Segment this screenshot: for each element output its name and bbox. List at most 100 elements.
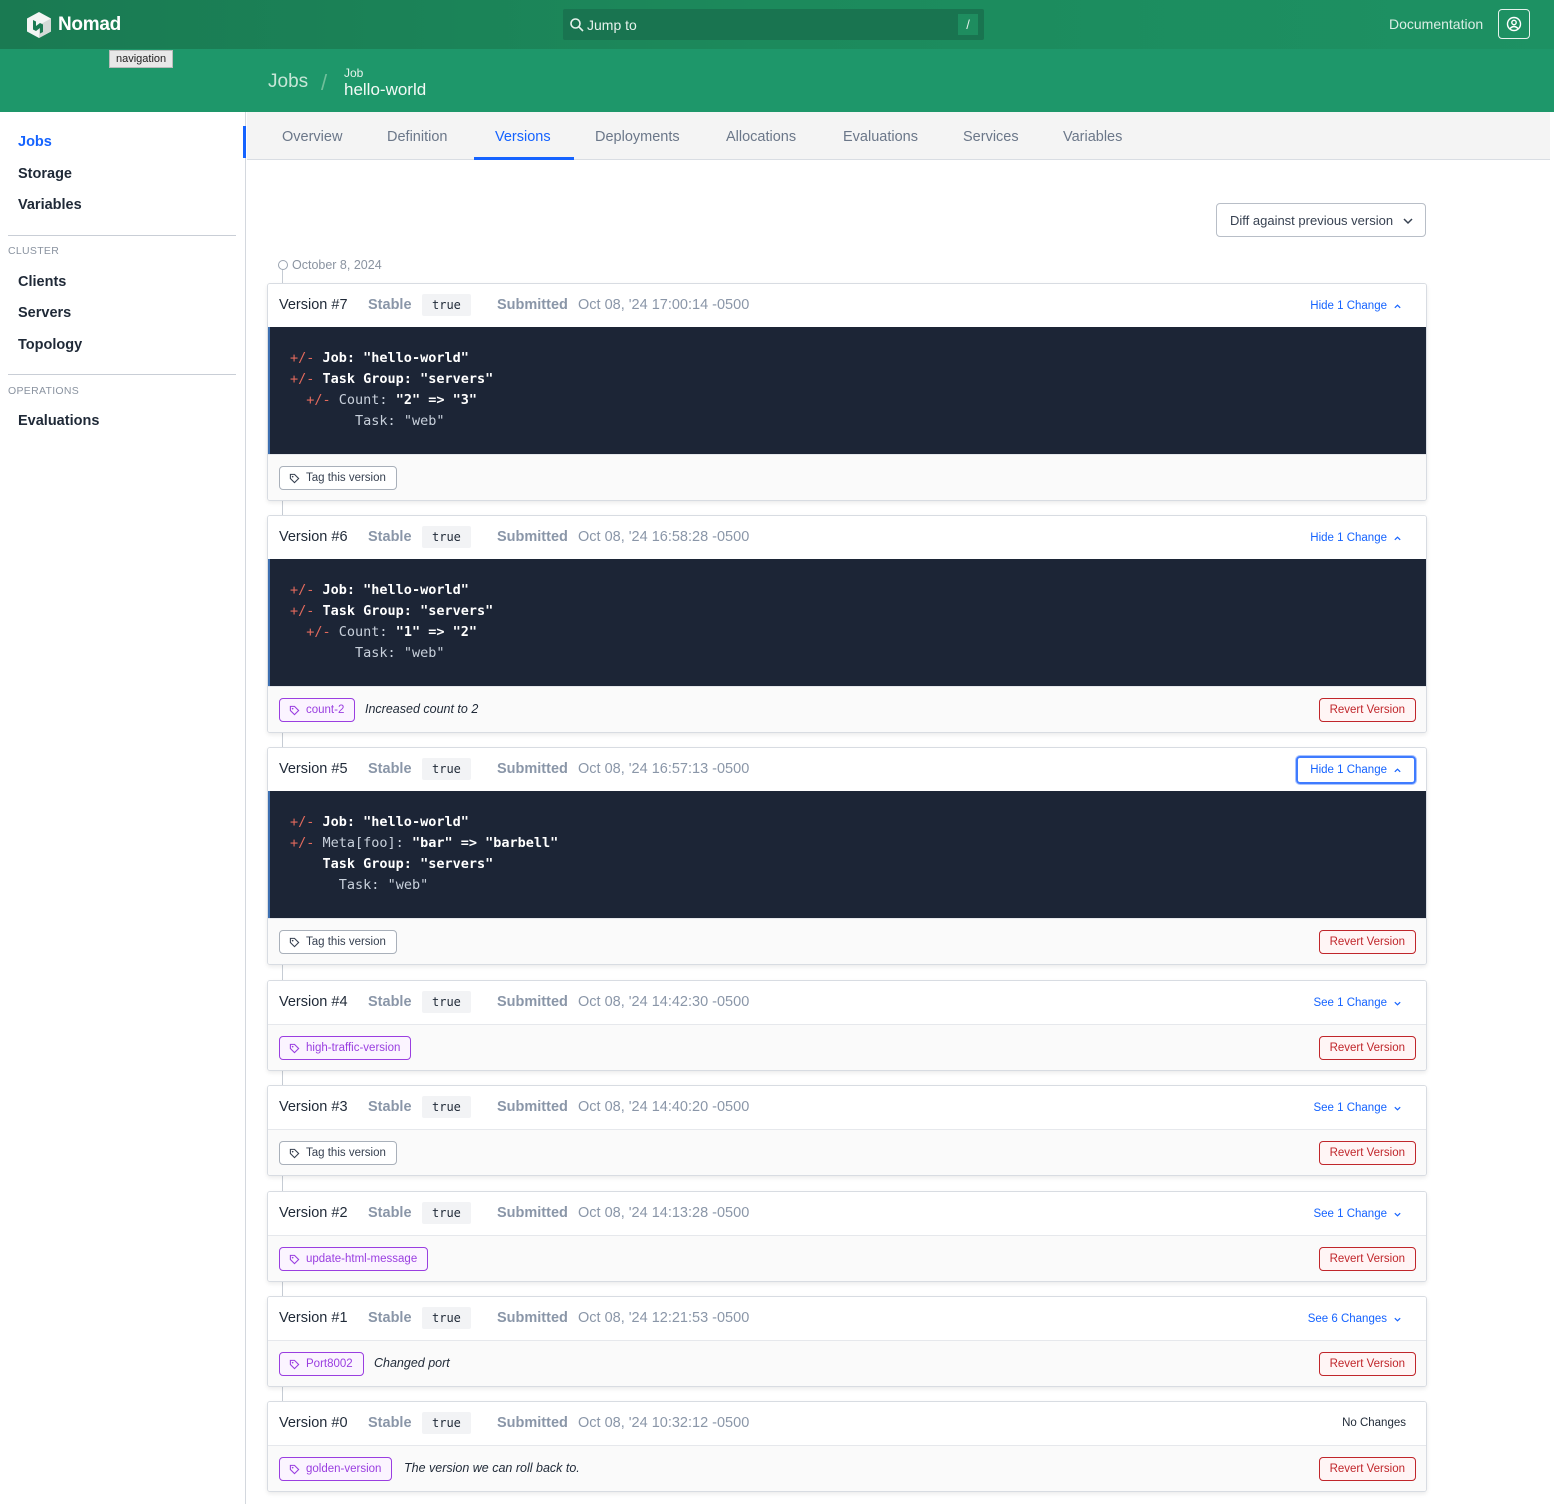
tag-this-version-button[interactable]: Tag this version [279, 930, 397, 954]
toggle-changes-button[interactable]: See 6 Changes [1294, 1305, 1416, 1333]
search-icon [570, 17, 584, 32]
version-card: Version #3 Stable true Submitted Oct 08, '24… [267, 1085, 1427, 1176]
revert-version-label: Revert Version [1329, 1358, 1405, 1370]
tag-this-version-button[interactable]: Tag this version [279, 466, 397, 490]
version-card: Version #1 Stable true Submitted Oct 08, '24… [267, 1296, 1427, 1387]
tab-overview[interactable]: Overview [282, 129, 342, 145]
revert-version-button[interactable]: Revert Version [1318, 930, 1416, 954]
sidebar-item-topology[interactable]: Topology [18, 337, 82, 353]
toggle-changes-button[interactable]: See 1 Change [1299, 989, 1416, 1017]
version-tag[interactable]: golden-version [279, 1457, 393, 1481]
tab-evaluations[interactable]: Evaluations [843, 129, 918, 145]
diff-line: Task Group: "servers" [290, 854, 1426, 875]
job-tabs: Overview Definition Versions Deployments… [247, 112, 1550, 160]
diff-mode-select[interactable]: Diff against previous version [1216, 203, 1426, 237]
revert-version-button[interactable]: Revert Version [1318, 698, 1416, 722]
toggle-changes-button[interactable]: Hide 1 Change [1296, 756, 1416, 784]
tag-this-version-label: Tag this version [306, 472, 386, 484]
version-card: Version #4 Stable true Submitted Oct 08, '24… [267, 980, 1427, 1071]
version-number: Version #1 [279, 1310, 348, 1326]
toggle-changes-label: See 1 Change [1313, 1102, 1387, 1114]
diff-value: "web" [387, 877, 429, 893]
version-number: Version #5 [279, 761, 348, 777]
sidebar-divider [8, 235, 236, 236]
diff-value: "web" [403, 645, 445, 661]
version-header: Version #3 Stable true Submitted Oct 08, '24… [268, 1086, 1426, 1129]
diff-line: +/- Job: "hello-world" [290, 580, 1426, 601]
submitted-date: Oct 08, '24 14:13:28 -0500 [578, 1205, 750, 1221]
diff-line: +/- Task Group: "servers" [290, 369, 1426, 390]
sidebar-item-clients[interactable]: Clients [18, 274, 66, 290]
version-tag[interactable]: update-html-message [279, 1247, 429, 1271]
version-header: Version #4 Stable true Submitted Oct 08, '24… [268, 981, 1426, 1024]
toggle-changes-button[interactable]: Hide 1 Change [1296, 292, 1416, 320]
version-tag[interactable]: count-2 [279, 698, 356, 722]
chevron-down-icon [1403, 218, 1413, 225]
tab-deployments[interactable]: Deployments [595, 129, 680, 145]
tab-services[interactable]: Services [963, 129, 1019, 145]
revert-version-button[interactable]: Revert Version [1318, 1141, 1416, 1165]
toggle-changes-button[interactable]: Hide 1 Change [1296, 524, 1416, 552]
revert-version-button[interactable]: Revert Version [1318, 1036, 1416, 1060]
documentation-link[interactable]: Documentation [1389, 16, 1483, 32]
diff-value: "servers" [420, 371, 494, 387]
breadcrumb-job-name[interactable]: hello-world [344, 80, 426, 100]
diff-change-marker: +/- [290, 582, 315, 598]
stable-value: true [422, 526, 471, 548]
tab-definition[interactable]: Definition [387, 129, 447, 145]
version-number: Version #3 [279, 1099, 348, 1115]
tab-variables[interactable]: Variables [1063, 129, 1122, 145]
diff-line: +/- Count: "2" => "3" [290, 390, 1426, 411]
diff-value: "1" => "2" [395, 624, 477, 640]
diff-value: "hello-world" [363, 582, 469, 598]
revert-version-button[interactable]: Revert Version [1318, 1457, 1416, 1481]
sidebar-item-variables[interactable]: Variables [18, 197, 82, 213]
toggle-changes-label: Hide 1 Change [1310, 300, 1387, 312]
version-header: Version #2 Stable true Submitted Oct 08, '24… [268, 1192, 1426, 1235]
tag-this-version-label: Tag this version [306, 936, 386, 948]
revert-version-button[interactable]: Revert Version [1318, 1352, 1416, 1376]
version-number: Version #6 [279, 529, 348, 545]
profile-button[interactable] [1498, 9, 1530, 39]
toggle-changes-button[interactable]: See 1 Change [1299, 1200, 1416, 1228]
diff-line: +/- Job: "hello-world" [290, 812, 1426, 833]
submitted-label: Submitted [497, 1310, 568, 1326]
home-logo[interactable]: Nomad [26, 11, 121, 39]
sidebar-item-storage[interactable]: Storage [18, 166, 72, 182]
submitted-date: Oct 08, '24 12:21:53 -0500 [578, 1310, 750, 1326]
jump-to-search[interactable]: Jump to / [563, 9, 984, 40]
diff-key: Job: [322, 582, 364, 598]
tab-allocations[interactable]: Allocations [726, 129, 796, 145]
submitted-label: Submitted [497, 994, 568, 1010]
submitted-label: Submitted [497, 1099, 568, 1115]
no-changes-label: No Changes [1342, 1417, 1406, 1429]
submitted-date: Oct 08, '24 17:00:14 -0500 [578, 297, 750, 313]
diff-viewer: +/- Job: "hello-world" +/- Meta[foo]: "ba… [268, 791, 1426, 918]
version-tag[interactable]: high-traffic-version [279, 1036, 412, 1060]
breadcrumb-jobs[interactable]: Jobs [268, 71, 308, 93]
revert-version-button[interactable]: Revert Version [1318, 1247, 1416, 1271]
tag-icon [289, 1043, 300, 1053]
toggle-changes-button[interactable]: See 1 Change [1299, 1094, 1416, 1122]
diff-key: Task Group: [322, 603, 421, 619]
version-footer: Tag this version [268, 454, 1426, 500]
version-tag[interactable]: Port8002 [279, 1352, 364, 1376]
revert-version-label: Revert Version [1329, 704, 1405, 716]
version-header: Version #6 Stable true Submitted Oct 08, '24… [268, 516, 1426, 559]
stable-label: Stable [368, 529, 412, 545]
tab-versions[interactable]: Versions [495, 129, 551, 145]
sidebar-item-jobs[interactable]: Jobs [18, 134, 52, 150]
version-tag-description: Changed port [374, 1356, 450, 1370]
tag-this-version-button[interactable]: Tag this version [279, 1141, 397, 1165]
toggle-changes-label: Hide 1 Change [1310, 532, 1387, 544]
sidebar-item-evaluations[interactable]: Evaluations [18, 413, 99, 429]
diff-value: "hello-world" [363, 814, 469, 830]
diff-key: Count: [338, 624, 396, 640]
diff-change-marker: +/- [290, 350, 315, 366]
sidebar-item-servers[interactable]: Servers [18, 305, 71, 321]
active-tab-indicator [474, 157, 574, 160]
version-footer: Port8002 Changed port Revert Version [268, 1340, 1426, 1386]
submitted-label: Submitted [497, 529, 568, 545]
stable-value: true [422, 1096, 471, 1118]
chevron-up-icon [1394, 767, 1401, 772]
